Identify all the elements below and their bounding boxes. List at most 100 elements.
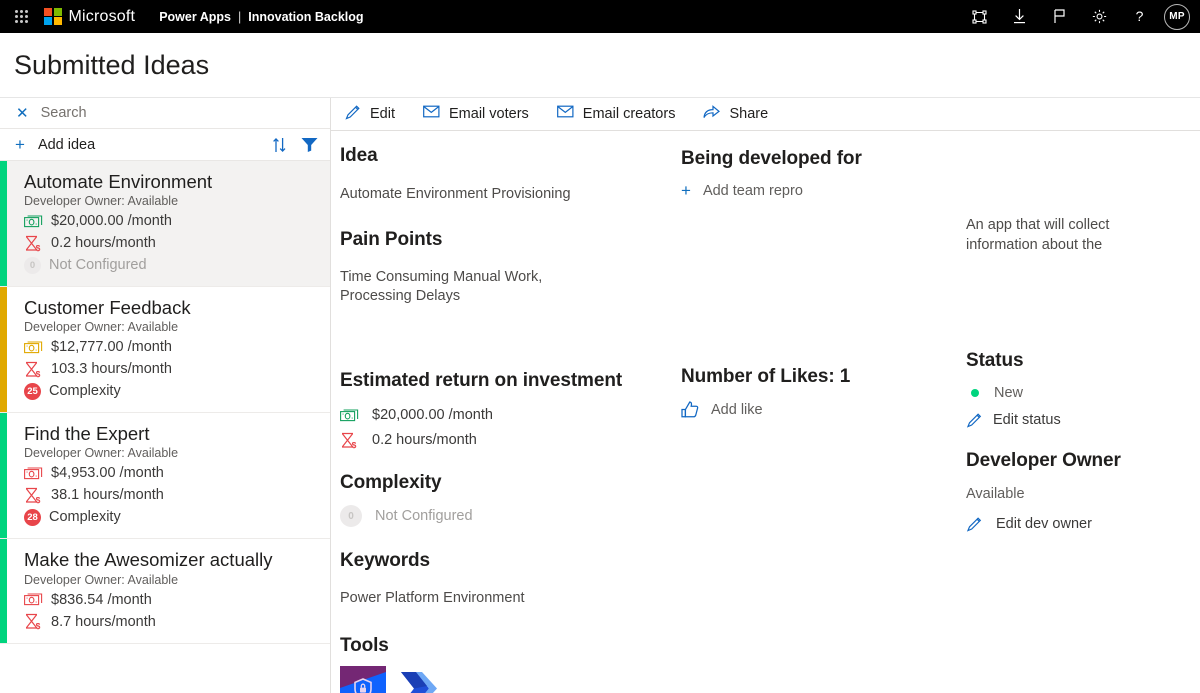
pain-points-value: Time Consuming Manual Work, Processing D…: [340, 268, 600, 307]
add-idea-button[interactable]: Add idea: [38, 137, 95, 153]
close-icon[interactable]: ✕: [16, 106, 29, 121]
microsoft-wordmark: Microsoft: [69, 8, 136, 26]
money-icon: [24, 212, 43, 231]
idea-card-hours-metric: $ 0.2 hours/month: [24, 232, 320, 254]
card-accent-bar: [0, 413, 7, 538]
status-heading: Status: [966, 350, 1200, 372]
idea-card-hours-metric: $ 103.3 hours/month: [24, 358, 320, 380]
status-dot-icon: [966, 389, 984, 397]
idea-card-title: Make the Awesomizer actually: [24, 548, 320, 571]
keywords-heading: Keywords: [340, 550, 681, 572]
plus-icon: +: [681, 182, 691, 199]
idea-card-hours-metric: $ 8.7 hours/month: [24, 611, 320, 633]
app-name[interactable]: Power Apps: [159, 10, 231, 24]
idea-card-complexity-metric: 28 Complexity: [24, 506, 320, 528]
add-team-repro-label: Add team repro: [703, 183, 803, 199]
edit-status-label: Edit status: [993, 412, 1061, 428]
add-like-button[interactable]: Add like: [681, 401, 966, 418]
add-team-repro-button[interactable]: + Add team repro: [681, 182, 966, 199]
money-icon: [340, 406, 359, 425]
edit-dev-owner-button[interactable]: Edit dev owner: [966, 516, 1200, 532]
idea-value: Automate Environment Provisioning: [340, 185, 681, 205]
idea-card-complexity-metric: 25 Complexity: [24, 380, 320, 402]
detail-pane: Edit Email voters Email creators: [331, 98, 1200, 693]
body-container: ✕ Search + Add idea: [0, 98, 1200, 693]
complexity-badge: 28: [24, 509, 41, 526]
share-command[interactable]: Share: [703, 105, 768, 124]
idea-card-money: $836.54 /month: [51, 592, 152, 608]
environment-name[interactable]: Innovation Backlog: [248, 10, 363, 24]
top-navigation-bar: Microsoft Power Apps | Innovation Backlo…: [0, 0, 1200, 33]
svg-text:$: $: [36, 495, 41, 504]
email-creators-command[interactable]: Email creators: [557, 105, 676, 123]
idea-card-owner: Developer Owner: Available: [24, 320, 320, 334]
idea-card[interactable]: Make the Awesomizer actually Developer O…: [0, 539, 330, 643]
idea-card-owner: Developer Owner: Available: [24, 194, 320, 208]
detail-column-left: Idea Automate Environment Provisioning P…: [331, 145, 681, 693]
page-header: Submitted Ideas: [0, 33, 1200, 98]
filter-icon[interactable]: [301, 137, 318, 152]
search-input[interactable]: Search: [41, 105, 87, 121]
resize-frame-icon[interactable]: [964, 2, 994, 32]
idea-card[interactable]: Automate Environment Developer Owner: Av…: [0, 161, 330, 287]
status-value: New: [994, 385, 1023, 401]
status-value-row: New: [966, 385, 1200, 401]
idea-card-complexity-metric: 0 Not Configured: [24, 254, 320, 276]
roi-hours-metric: $ 0.2 hours/month: [340, 428, 681, 453]
hourglass-dollar-icon: $: [340, 431, 359, 450]
detail-content: Idea Automate Environment Provisioning P…: [331, 131, 1200, 693]
share-command-label: Share: [729, 106, 768, 122]
sort-icon[interactable]: [272, 137, 287, 153]
app-breadcrumb: Power Apps | Innovation Backlog: [159, 10, 363, 24]
pencil-icon: [966, 516, 983, 532]
edit-command[interactable]: Edit: [345, 104, 395, 125]
idea-card-complexity: Complexity: [49, 509, 121, 525]
edit-status-button[interactable]: Edit status: [966, 412, 1200, 428]
svg-text:?: ?: [1136, 9, 1144, 24]
user-avatar[interactable]: MP: [1164, 4, 1190, 30]
help-icon[interactable]: ?: [1124, 2, 1154, 32]
idea-card-hours: 38.1 hours/month: [51, 487, 164, 503]
idea-card-complexity: Not Configured: [49, 257, 147, 273]
roi-hours: 0.2 hours/month: [372, 432, 477, 448]
download-icon[interactable]: [1004, 2, 1034, 32]
flag-icon[interactable]: [1044, 2, 1074, 32]
power-platform-admin-icon[interactable]: [340, 666, 386, 693]
email-voters-command[interactable]: Email voters: [423, 105, 529, 123]
tools-heading: Tools: [340, 635, 681, 657]
plus-icon[interactable]: +: [15, 136, 25, 153]
gear-icon[interactable]: [1084, 2, 1114, 32]
idea-card-money: $20,000.00 /month: [51, 213, 172, 229]
hourglass-dollar-icon: $: [24, 486, 43, 505]
top-bar-actions: ? MP: [964, 2, 1190, 32]
hourglass-dollar-icon: $: [24, 612, 43, 631]
email-voters-command-label: Email voters: [449, 106, 529, 122]
microsoft-logo[interactable]: Microsoft: [44, 8, 135, 26]
card-accent-bar: [0, 539, 7, 642]
keywords-value: Power Platform Environment: [340, 589, 681, 609]
idea-card-hours: 8.7 hours/month: [51, 614, 156, 630]
command-bar: Edit Email voters Email creators: [331, 98, 1200, 131]
idea-card-hours: 0.2 hours/month: [51, 235, 156, 251]
power-automate-icon[interactable]: [396, 666, 442, 693]
hourglass-dollar-icon: $: [24, 234, 43, 253]
idea-card-title: Find the Expert: [24, 422, 320, 445]
card-accent-bar: [0, 161, 7, 286]
page-title: Submitted Ideas: [14, 50, 209, 81]
idea-card[interactable]: Customer Feedback Developer Owner: Avail…: [0, 287, 330, 413]
idea-card-owner: Developer Owner: Available: [24, 573, 320, 587]
svg-text:$: $: [36, 369, 41, 378]
idea-heading: Idea: [340, 145, 681, 167]
svg-text:$: $: [352, 440, 357, 449]
idea-card-list: Automate Environment Developer Owner: Av…: [0, 161, 330, 693]
edit-dev-owner-label: Edit dev owner: [996, 516, 1092, 532]
roi-money-metric: $20,000.00 /month: [340, 403, 681, 428]
dev-owner-value: Available: [966, 485, 1200, 505]
idea-card[interactable]: Find the Expert Developer Owner: Availab…: [0, 413, 330, 539]
idea-card-hours-metric: $ 38.1 hours/month: [24, 484, 320, 506]
app-launcher-icon[interactable]: [8, 10, 34, 23]
idea-card-money: $12,777.00 /month: [51, 339, 172, 355]
money-icon: [24, 590, 43, 609]
search-row[interactable]: ✕ Search: [0, 98, 330, 129]
complexity-heading: Complexity: [340, 472, 681, 494]
